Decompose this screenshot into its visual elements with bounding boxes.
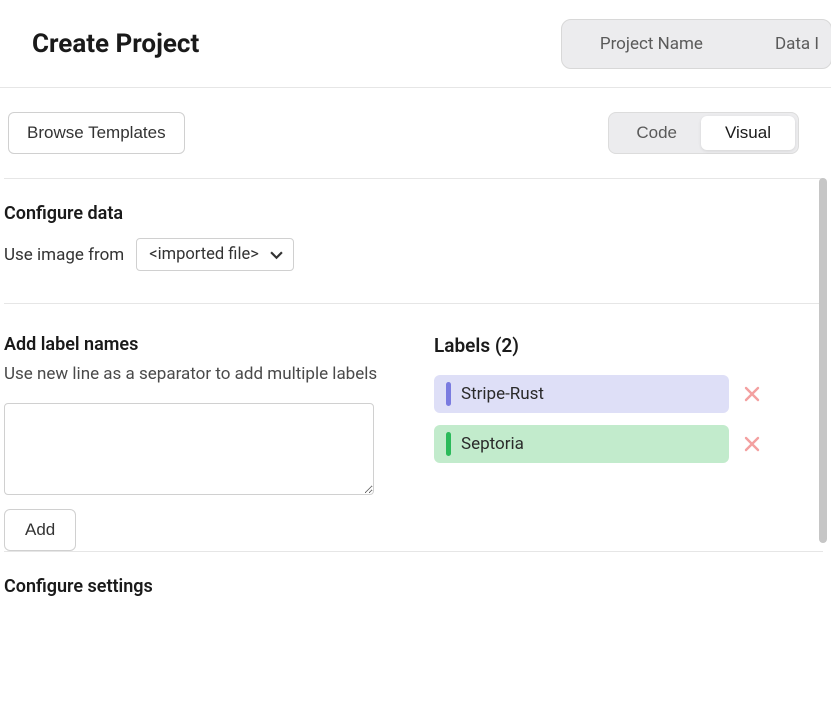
label-chip-stripe-rust[interactable]: Stripe-Rust	[434, 375, 729, 413]
add-labels-title: Add label names	[4, 334, 410, 355]
configure-settings-title: Configure settings	[4, 576, 823, 597]
remove-label-button[interactable]	[741, 433, 763, 455]
remove-label-button[interactable]	[741, 383, 763, 405]
toolbar: Browse Templates Code Visual	[0, 88, 831, 178]
view-toggle: Code Visual	[608, 112, 799, 154]
step-data-import[interactable]: Data I	[739, 22, 829, 66]
close-icon	[743, 385, 761, 403]
use-image-label: Use image from	[4, 245, 124, 265]
step-project-name[interactable]: Project Name	[564, 22, 739, 66]
chevron-down-icon	[270, 250, 283, 259]
label-color-indicator	[446, 432, 451, 456]
header: Create Project Project Name Data I	[0, 0, 831, 88]
page-title: Create Project	[32, 29, 199, 59]
labels-heading: Labels (2)	[434, 334, 763, 357]
close-icon	[743, 435, 761, 453]
section-configure-settings: Configure settings	[4, 551, 823, 597]
tab-visual[interactable]: Visual	[701, 116, 795, 150]
header-steps: Project Name Data I	[561, 19, 831, 69]
section-configure-data: Configure data Use image from <imported …	[4, 178, 823, 303]
label-chip-septoria[interactable]: Septoria	[434, 425, 729, 463]
label-name: Septoria	[461, 434, 524, 454]
label-row: Septoria	[434, 425, 763, 463]
add-labels-hint: Use new line as a separator to add multi…	[4, 361, 410, 387]
label-color-indicator	[446, 382, 451, 406]
add-button[interactable]: Add	[4, 509, 76, 551]
section-add-labels: Add label names Use new line as a separa…	[4, 303, 823, 551]
image-source-value: <imported file>	[149, 245, 259, 264]
main-scroll-area: Configure data Use image from <imported …	[0, 178, 831, 712]
use-image-row: Use image from <imported file>	[4, 238, 823, 271]
label-row: Stripe-Rust	[434, 375, 763, 413]
scrollbar[interactable]	[819, 178, 827, 543]
configure-data-title: Configure data	[4, 203, 823, 224]
image-source-select[interactable]: <imported file>	[136, 238, 294, 271]
tab-code[interactable]: Code	[612, 116, 701, 150]
label-name: Stripe-Rust	[461, 384, 544, 404]
labels-textarea[interactable]	[4, 403, 374, 495]
browse-templates-button[interactable]: Browse Templates	[8, 112, 185, 154]
